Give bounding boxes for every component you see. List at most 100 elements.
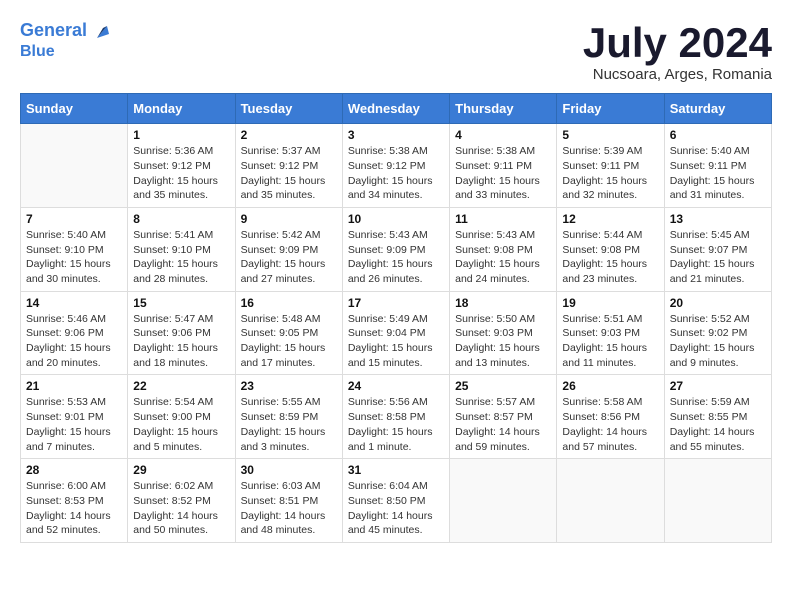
day-info: Sunrise: 5:54 AMSunset: 9:00 PMDaylight:… [133,395,229,454]
day-info: Sunrise: 5:51 AMSunset: 9:03 PMDaylight:… [562,312,658,371]
day-number: 31 [348,463,444,477]
day-info: Sunrise: 5:44 AMSunset: 9:08 PMDaylight:… [562,228,658,287]
day-cell: 22 Sunrise: 5:54 AMSunset: 9:00 PMDayligh… [128,375,235,459]
day-cell: 9Sunrise: 5:42 AMSunset: 9:09 PMDaylight… [235,207,342,291]
day-cell [664,459,771,543]
day-number: 21 [26,379,122,393]
day-cell: 10 Sunrise: 5:43 AMSunset: 9:09 PMDayligh… [342,207,449,291]
day-info: Sunrise: 6:04 AMSunset: 8:50 PMDaylight:… [348,479,444,538]
day-info: Sunrise: 5:38 AMSunset: 9:12 PMDaylight:… [348,144,444,203]
day-number: 25 [455,379,551,393]
day-cell: 1Sunrise: 5:36 AMSunset: 9:12 PMDaylight… [128,124,235,208]
day-number: 10 [348,212,444,226]
day-cell: 4 Sunrise: 5:38 AMSunset: 9:11 PMDaylight… [450,124,557,208]
day-cell: 18Sunrise: 5:50 AMSunset: 9:03 PMDayligh… [450,291,557,375]
location-subtitle: Nucsoara, Arges, Romania [583,66,772,83]
day-number: 16 [241,296,337,310]
header-thursday: Thursday [450,94,557,124]
day-info: Sunrise: 5:41 AMSunset: 9:10 PMDaylight:… [133,228,229,287]
header-sunday: Sunday [21,94,128,124]
header-friday: Friday [557,94,664,124]
week-row-5: 28 Sunrise: 6:00 AMSunset: 8:53 PMDayligh… [21,459,772,543]
day-number: 14 [26,296,122,310]
calendar-header-row: SundayMondayTuesdayWednesdayThursdayFrid… [21,94,772,124]
day-info: Sunrise: 5:43 AMSunset: 9:09 PMDaylight:… [348,228,444,287]
day-info: Sunrise: 5:40 AMSunset: 9:11 PMDaylight:… [670,144,766,203]
day-cell: 11Sunrise: 5:43 AMSunset: 9:08 PMDayligh… [450,207,557,291]
week-row-1: 1Sunrise: 5:36 AMSunset: 9:12 PMDaylight… [21,124,772,208]
day-info: Sunrise: 6:00 AMSunset: 8:53 PMDaylight:… [26,479,122,538]
day-info: Sunrise: 6:03 AMSunset: 8:51 PMDaylight:… [241,479,337,538]
logo-bird-icon [89,20,111,42]
day-number: 3 [348,128,444,142]
page-header: General Blue July 2024 Nucsoara, Arges, … [20,20,772,83]
day-info: Sunrise: 5:38 AMSunset: 9:11 PMDaylight:… [455,144,551,203]
day-info: Sunrise: 5:45 AMSunset: 9:07 PMDaylight:… [670,228,766,287]
day-info: Sunrise: 5:37 AMSunset: 9:12 PMDaylight:… [241,144,337,203]
day-cell [557,459,664,543]
day-cell: 31 Sunrise: 6:04 AMSunset: 8:50 PMDayligh… [342,459,449,543]
day-number: 8 [133,212,229,226]
day-info: Sunrise: 5:52 AMSunset: 9:02 PMDaylight:… [670,312,766,371]
day-number: 5 [562,128,658,142]
day-cell: 17Sunrise: 5:49 AMSunset: 9:04 PMDayligh… [342,291,449,375]
day-info: Sunrise: 5:40 AMSunset: 9:10 PMDaylight:… [26,228,122,287]
day-info: Sunrise: 5:58 AMSunset: 8:56 PMDaylight:… [562,395,658,454]
day-cell: 30Sunrise: 6:03 AMSunset: 8:51 PMDayligh… [235,459,342,543]
day-info: Sunrise: 5:47 AMSunset: 9:06 PMDaylight:… [133,312,229,371]
week-row-3: 14 Sunrise: 5:46 AMSunset: 9:06 PMDayligh… [21,291,772,375]
day-number: 12 [562,212,658,226]
day-info: Sunrise: 5:43 AMSunset: 9:08 PMDaylight:… [455,228,551,287]
day-cell: 6Sunrise: 5:40 AMSunset: 9:11 PMDaylight… [664,124,771,208]
day-number: 17 [348,296,444,310]
day-number: 23 [241,379,337,393]
day-info: Sunrise: 5:39 AMSunset: 9:11 PMDaylight:… [562,144,658,203]
day-cell: 16 Sunrise: 5:48 AMSunset: 9:05 PMDayligh… [235,291,342,375]
day-cell: 20 Sunrise: 5:52 AMSunset: 9:02 PMDayligh… [664,291,771,375]
day-info: Sunrise: 5:48 AMSunset: 9:05 PMDaylight:… [241,312,337,371]
day-cell: 26 Sunrise: 5:58 AMSunset: 8:56 PMDayligh… [557,375,664,459]
day-number: 26 [562,379,658,393]
day-info: Sunrise: 5:53 AMSunset: 9:01 PMDaylight:… [26,395,122,454]
day-cell: 29Sunrise: 6:02 AMSunset: 8:52 PMDayligh… [128,459,235,543]
day-info: Sunrise: 6:02 AMSunset: 8:52 PMDaylight:… [133,479,229,538]
day-cell: 2Sunrise: 5:37 AMSunset: 9:12 PMDaylight… [235,124,342,208]
day-info: Sunrise: 5:36 AMSunset: 9:12 PMDaylight:… [133,144,229,203]
day-number: 19 [562,296,658,310]
day-cell: 19 Sunrise: 5:51 AMSunset: 9:03 PMDayligh… [557,291,664,375]
month-title: July 2024 [583,20,772,66]
day-info: Sunrise: 5:55 AMSunset: 8:59 PMDaylight:… [241,395,337,454]
day-cell: 8 Sunrise: 5:41 AMSunset: 9:10 PMDaylight… [128,207,235,291]
logo: General Blue [20,20,111,61]
day-number: 13 [670,212,766,226]
day-number: 22 [133,379,229,393]
day-cell: 25Sunrise: 5:57 AMSunset: 8:57 PMDayligh… [450,375,557,459]
week-row-4: 21 Sunrise: 5:53 AMSunset: 9:01 PMDayligh… [21,375,772,459]
header-monday: Monday [128,94,235,124]
day-cell: 21 Sunrise: 5:53 AMSunset: 9:01 PMDayligh… [21,375,128,459]
day-number: 20 [670,296,766,310]
day-number: 28 [26,463,122,477]
day-info: Sunrise: 5:56 AMSunset: 8:58 PMDaylight:… [348,395,444,454]
calendar-table: SundayMondayTuesdayWednesdayThursdayFrid… [20,93,772,543]
day-info: Sunrise: 5:46 AMSunset: 9:06 PMDaylight:… [26,312,122,371]
title-area: July 2024 Nucsoara, Arges, Romania [583,20,772,83]
logo-text-general: General [20,20,87,42]
header-tuesday: Tuesday [235,94,342,124]
day-cell: 15Sunrise: 5:47 AMSunset: 9:06 PMDayligh… [128,291,235,375]
day-number: 4 [455,128,551,142]
day-cell: 24Sunrise: 5:56 AMSunset: 8:58 PMDayligh… [342,375,449,459]
week-row-2: 7 Sunrise: 5:40 AMSunset: 9:10 PMDaylight… [21,207,772,291]
day-cell: 12 Sunrise: 5:44 AMSunset: 9:08 PMDayligh… [557,207,664,291]
logo-text-blue: Blue [20,42,111,61]
day-info: Sunrise: 5:42 AMSunset: 9:09 PMDaylight:… [241,228,337,287]
day-cell: 5 Sunrise: 5:39 AMSunset: 9:11 PMDaylight… [557,124,664,208]
day-number: 7 [26,212,122,226]
day-number: 27 [670,379,766,393]
day-info: Sunrise: 5:59 AMSunset: 8:55 PMDaylight:… [670,395,766,454]
day-number: 18 [455,296,551,310]
day-cell: 27 Sunrise: 5:59 AMSunset: 8:55 PMDayligh… [664,375,771,459]
day-cell: 7 Sunrise: 5:40 AMSunset: 9:10 PMDaylight… [21,207,128,291]
day-cell [21,124,128,208]
day-cell: 13 Sunrise: 5:45 AMSunset: 9:07 PMDayligh… [664,207,771,291]
